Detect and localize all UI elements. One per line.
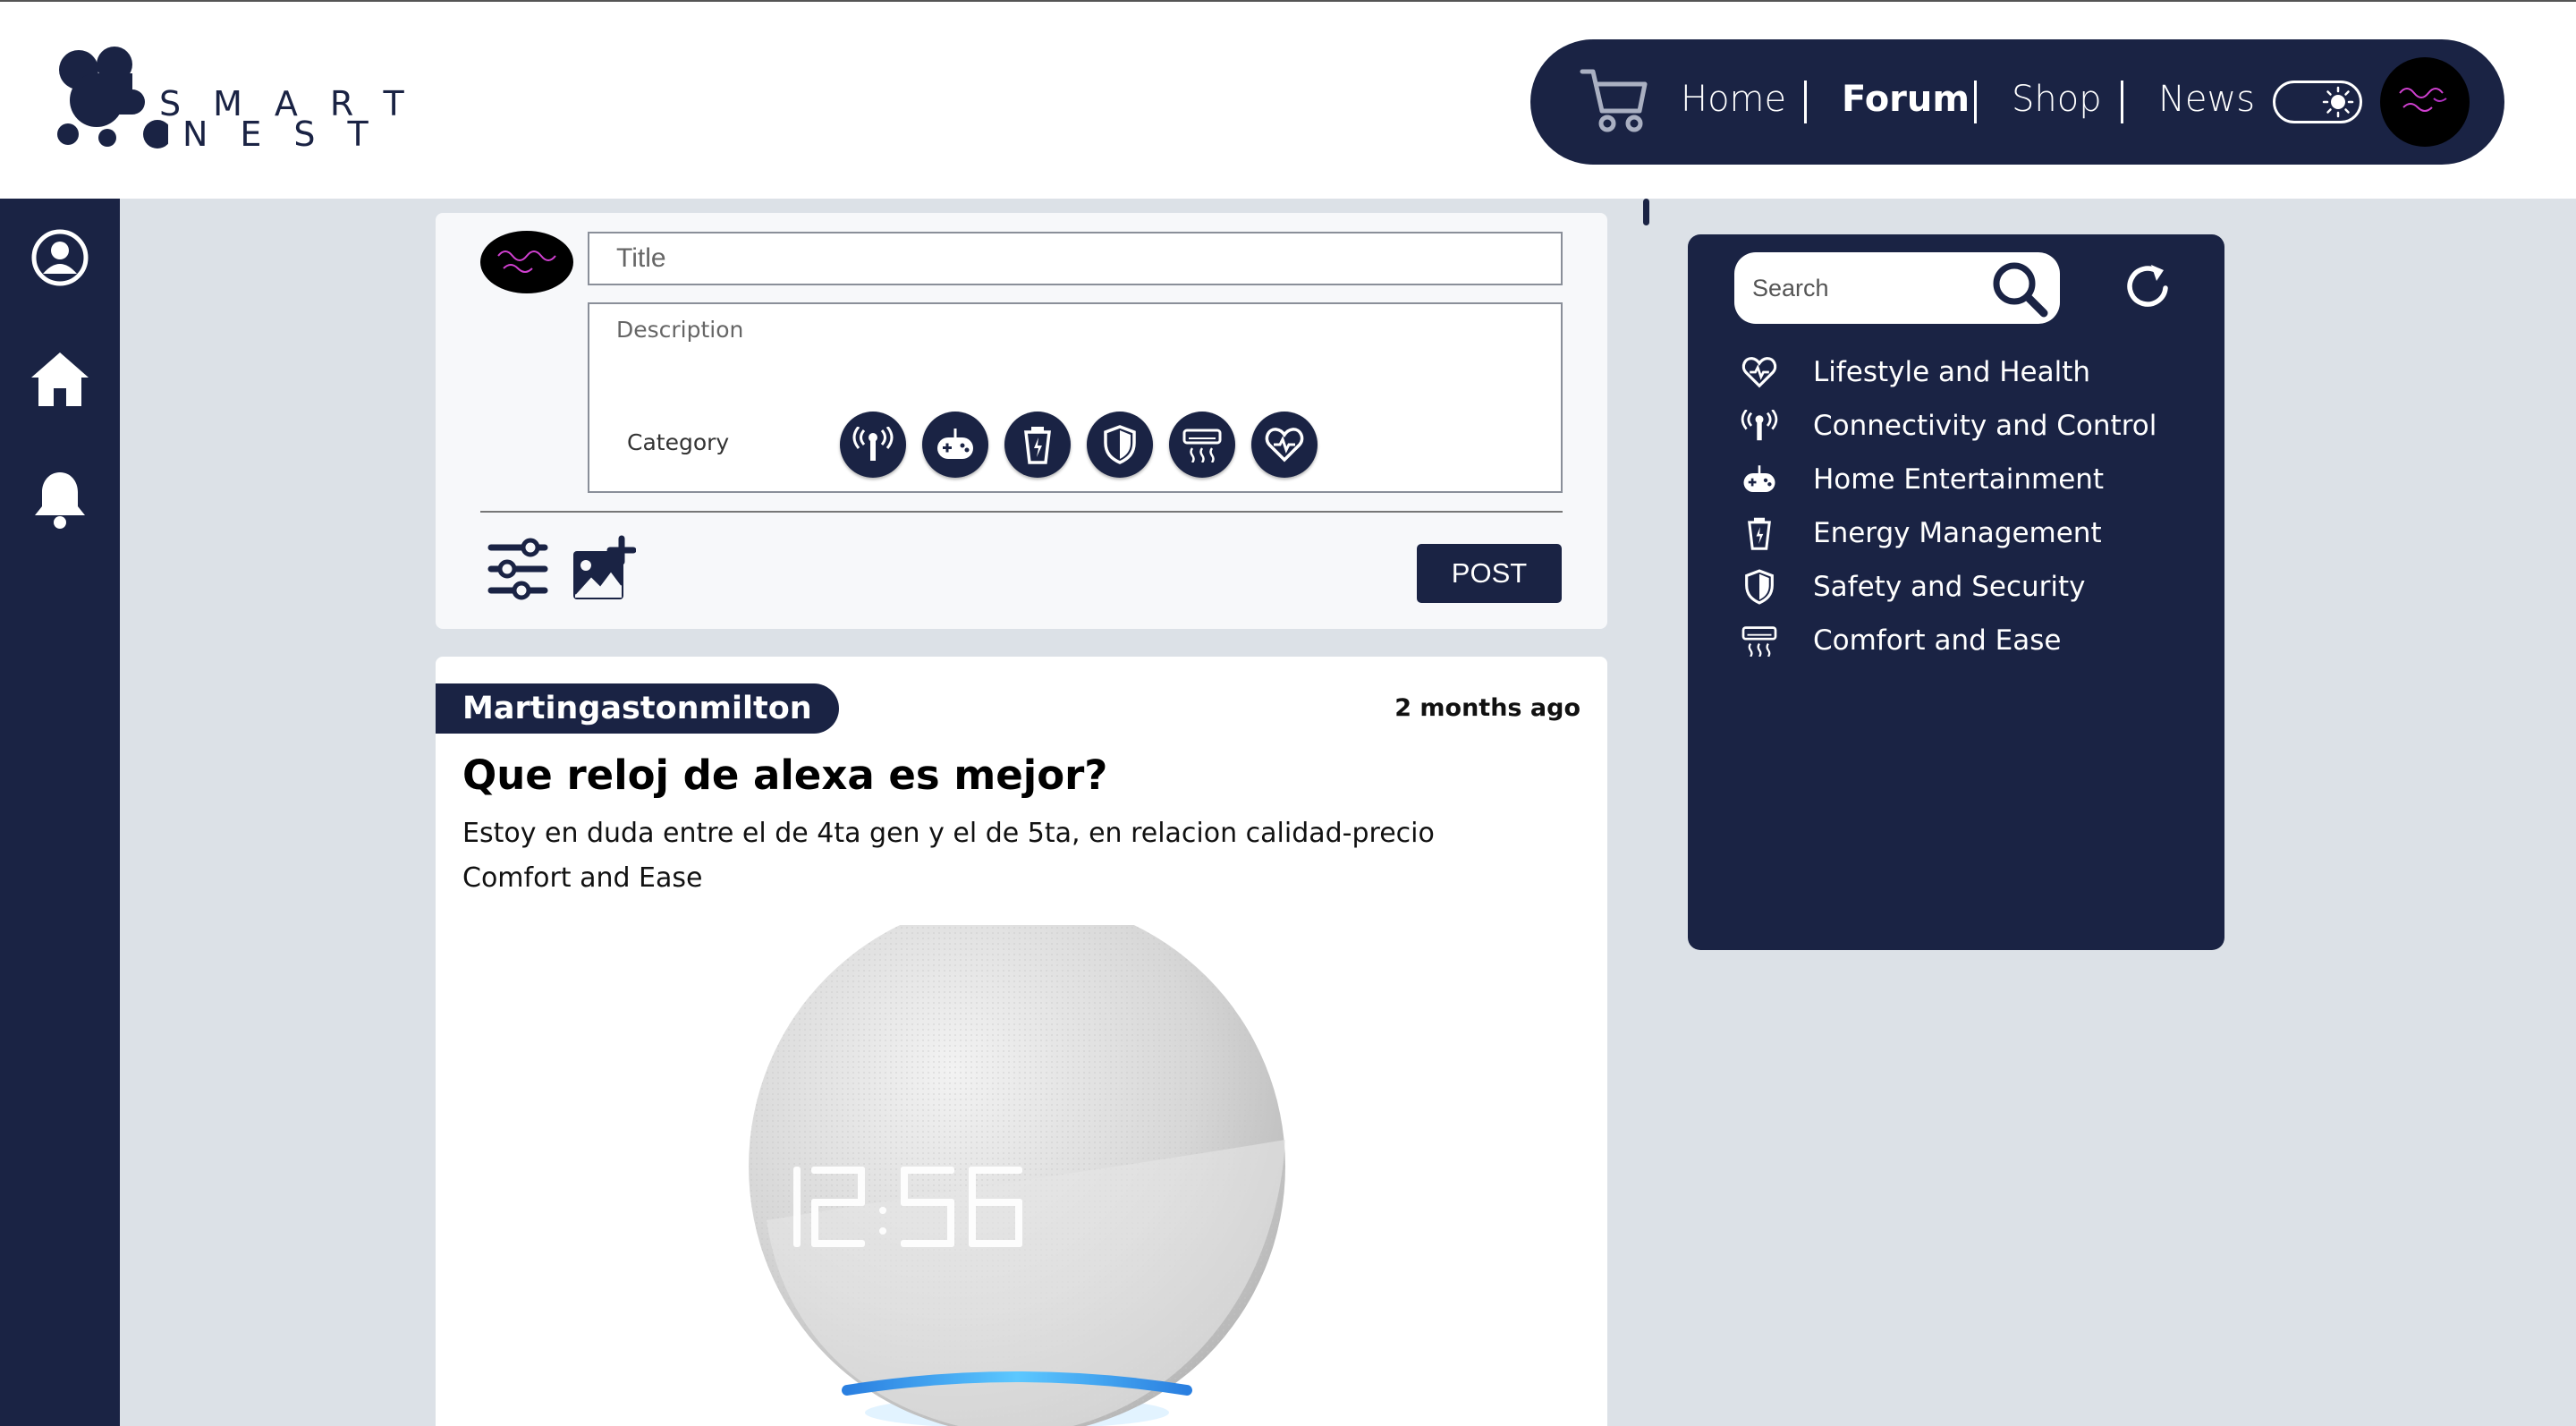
search-icon[interactable] (1990, 259, 2049, 318)
category-item-label: Safety and Security (1813, 571, 2086, 603)
scroll-indicator[interactable] (1643, 199, 1649, 225)
sun-icon (2322, 86, 2354, 118)
nav-separator (2121, 81, 2123, 123)
shield-icon (1745, 569, 1774, 605)
air-conditioner-icon (1741, 626, 1777, 657)
shield-icon (1104, 425, 1136, 464)
category-item-label: Home Entertainment (1813, 463, 2105, 496)
category-comfort-button[interactable] (1169, 412, 1235, 478)
bell-icon[interactable] (31, 469, 89, 530)
logo-mark (57, 47, 168, 149)
smart-nest-logo[interactable]: SMART NEST (52, 38, 428, 163)
category-item-energy[interactable]: Energy Management (1740, 506, 2157, 560)
category-item-label: Comfort and Ease (1813, 624, 2062, 657)
air-conditioner-icon (1182, 429, 1222, 463)
heart-pulse-icon (1741, 357, 1777, 388)
category-item-label: Energy Management (1813, 517, 2102, 549)
top-nav: Home Forum Shop News (1530, 39, 2504, 165)
home-icon[interactable] (30, 349, 90, 410)
gamepad-icon (1743, 465, 1775, 492)
category-item-security[interactable]: Safety and Security (1740, 560, 2157, 614)
category-security-button[interactable] (1087, 412, 1153, 478)
category-energy-button[interactable] (1004, 412, 1071, 478)
nav-news[interactable]: News (2158, 79, 2255, 120)
antenna-icon (1741, 410, 1778, 441)
post-author[interactable]: Martingastonmilton (436, 683, 839, 734)
forum-post: Martingastonmilton 2 months ago Que relo… (436, 657, 1607, 1426)
battery-cup-icon (1748, 517, 1771, 550)
post-composer: Category (436, 213, 1607, 629)
category-item-comfort[interactable]: Comfort and Ease (1740, 614, 2157, 667)
search-box (1734, 252, 2060, 324)
category-item-lifestyle[interactable]: Lifestyle and Health (1740, 345, 2157, 399)
nav-separator (1974, 81, 1977, 123)
cart-icon[interactable] (1579, 66, 1650, 134)
avatar-art (2399, 88, 2447, 112)
smart-speaker-image (749, 925, 1285, 1426)
post-category: Comfort and Ease (462, 862, 703, 894)
post-button[interactable]: POST (1417, 544, 1562, 603)
heart-pulse-icon (1265, 428, 1304, 463)
battery-cup-icon (1024, 427, 1051, 464)
post-timestamp: 2 months ago (1394, 694, 1580, 722)
user-avatar[interactable] (2380, 57, 2470, 147)
category-connectivity-button[interactable] (840, 412, 906, 478)
search-input[interactable] (1752, 267, 1985, 310)
nav-forum[interactable]: Forum (1842, 79, 1970, 120)
add-image-icon[interactable] (572, 535, 636, 603)
composer-avatar (480, 231, 573, 293)
sliders-icon[interactable] (486, 535, 550, 603)
category-lifestyle-button[interactable] (1251, 412, 1318, 478)
category-label: Category (627, 429, 730, 455)
category-list: Lifestyle and Health Connectivity and Co… (1740, 345, 2157, 667)
category-item-connectivity[interactable]: Connectivity and Control (1740, 399, 2157, 453)
theme-toggle[interactable] (2273, 81, 2362, 123)
nav-home[interactable]: Home (1681, 79, 1786, 120)
composer-divider (480, 511, 1563, 513)
user-circle-icon[interactable] (30, 227, 90, 288)
antenna-icon (852, 427, 894, 461)
nav-shop[interactable]: Shop (2012, 79, 2102, 120)
category-entertainment-button[interactable] (922, 412, 988, 478)
app-header: SMART NEST Home Forum Shop News (0, 0, 2576, 199)
avatar-art (497, 250, 556, 273)
category-item-label: Lifestyle and Health (1813, 356, 2091, 388)
title-input[interactable] (588, 232, 1563, 285)
logo-word-nest: NEST (182, 115, 401, 154)
description-input[interactable] (616, 317, 1529, 370)
gamepad-icon (937, 429, 973, 459)
post-body: Estoy en duda entre el de 4ta gen y el d… (462, 818, 1435, 849)
category-item-entertainment[interactable]: Home Entertainment (1740, 453, 2157, 506)
category-panel: Lifestyle and Health Connectivity and Co… (1688, 234, 2224, 950)
post-title[interactable]: Que reloj de alexa es mejor? (462, 751, 1107, 799)
description-box: Category (588, 302, 1563, 493)
nav-separator (1804, 81, 1807, 123)
refresh-icon[interactable] (2123, 261, 2174, 313)
category-item-label: Connectivity and Control (1813, 410, 2157, 442)
